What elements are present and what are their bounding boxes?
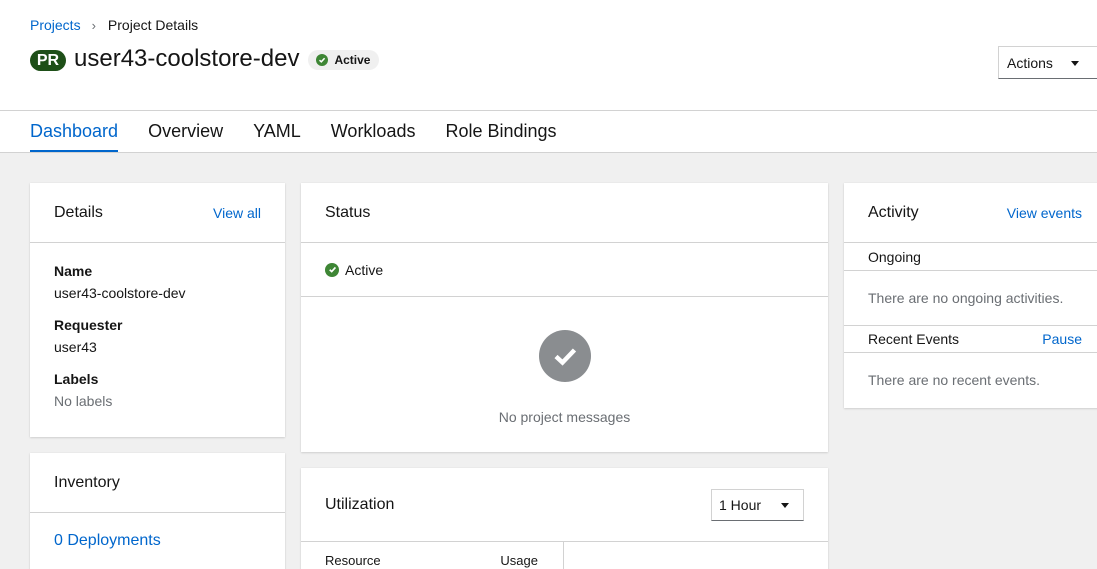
recent-events-label: Recent Events: [868, 331, 960, 347]
status-empty-state: No project messages: [301, 297, 828, 425]
ongoing-label: Ongoing: [868, 248, 921, 265]
actions-dropdown[interactable]: Actions: [998, 46, 1097, 79]
caret-down-icon: [781, 503, 790, 508]
utilization-table-header: Resource Usage: [301, 542, 828, 569]
requester-value: user43: [54, 339, 97, 355]
check-circle-icon: [316, 54, 329, 66]
status-value: Active: [345, 261, 384, 278]
recent-empty: There are no recent events.: [868, 372, 1040, 388]
status-card-header: Status: [301, 183, 828, 243]
tab-workloads[interactable]: Workloads: [331, 111, 416, 152]
status-row: Active: [301, 243, 828, 297]
tab-yaml[interactable]: YAML: [253, 111, 301, 152]
details-list: Name user43-coolstore-dev Requester user…: [30, 243, 285, 411]
details-card-header: Details View all: [30, 183, 285, 243]
inventory-card: Inventory 0 Deployments: [30, 453, 285, 569]
status-badge: Active: [308, 50, 380, 70]
tab-dashboard[interactable]: Dashboard: [30, 111, 119, 153]
caret-down-icon: [1070, 61, 1079, 66]
page-header: Projects › Project Details PR user43-coo…: [0, 0, 1097, 153]
breadcrumb: Projects › Project Details: [30, 17, 198, 33]
project-badge: PR: [30, 50, 66, 71]
activity-card: Activity View events Ongoing There are n…: [844, 183, 1097, 408]
utilization-title: Utilization: [325, 495, 395, 513]
status-card: Status Active No project messages: [301, 183, 828, 452]
ongoing-header: Ongoing: [844, 243, 1097, 271]
tab-role-bindings[interactable]: Role Bindings: [445, 111, 556, 152]
tab-overview[interactable]: Overview: [148, 111, 223, 152]
status-title: Status: [325, 203, 371, 221]
page-title: user43-coolstore-dev: [74, 45, 300, 72]
view-events-link[interactable]: View events: [1007, 205, 1082, 221]
activity-card-header: Activity View events: [844, 183, 1097, 243]
inventory-title: Inventory: [54, 473, 120, 491]
name-label: Name: [54, 263, 93, 279]
utilization-card-header: Utilization 1 Hour: [301, 468, 828, 542]
time-range-dropdown[interactable]: 1 Hour: [711, 488, 804, 521]
inventory-card-header: Inventory: [30, 453, 285, 513]
deployments-link[interactable]: 0 Deployments: [30, 513, 285, 550]
labels-label: Labels: [54, 371, 99, 387]
name-value: user43-coolstore-dev: [54, 285, 186, 301]
usage-column-header: Usage: [500, 553, 538, 568]
details-title: Details: [54, 203, 103, 221]
activity-title: Activity: [868, 203, 919, 221]
resource-column-header: Resource: [325, 553, 381, 568]
status-badge-label: Active: [334, 53, 371, 67]
tab-bar: Dashboard Overview YAML Workloads Role B…: [30, 111, 587, 153]
actions-label: Actions: [1007, 54, 1053, 71]
labels-value: No labels: [54, 393, 113, 409]
chevron-right-icon: ›: [91, 17, 96, 33]
utilization-columns: Resource Usage: [301, 542, 564, 569]
check-circle-icon: [538, 330, 591, 382]
divider: [0, 152, 1097, 153]
title-row: PR user43-coolstore-dev Active: [30, 45, 380, 73]
empty-message: No project messages: [498, 409, 631, 425]
ongoing-empty: There are no ongoing activities.: [868, 290, 1064, 306]
details-card: Details View all Name user43-coolstore-d…: [30, 183, 285, 437]
view-all-link[interactable]: View all: [213, 205, 261, 221]
requester-label: Requester: [54, 317, 123, 333]
recent-events-header: Recent Events Pause: [844, 325, 1097, 353]
time-range-value: 1 Hour: [719, 496, 762, 513]
breadcrumb-current: Project Details: [107, 17, 199, 33]
utilization-card: Utilization 1 Hour Resource Usage: [301, 468, 828, 569]
breadcrumb-projects-link[interactable]: Projects: [30, 17, 81, 33]
check-circle-icon: [325, 262, 339, 277]
pause-button[interactable]: Pause: [1042, 331, 1082, 347]
